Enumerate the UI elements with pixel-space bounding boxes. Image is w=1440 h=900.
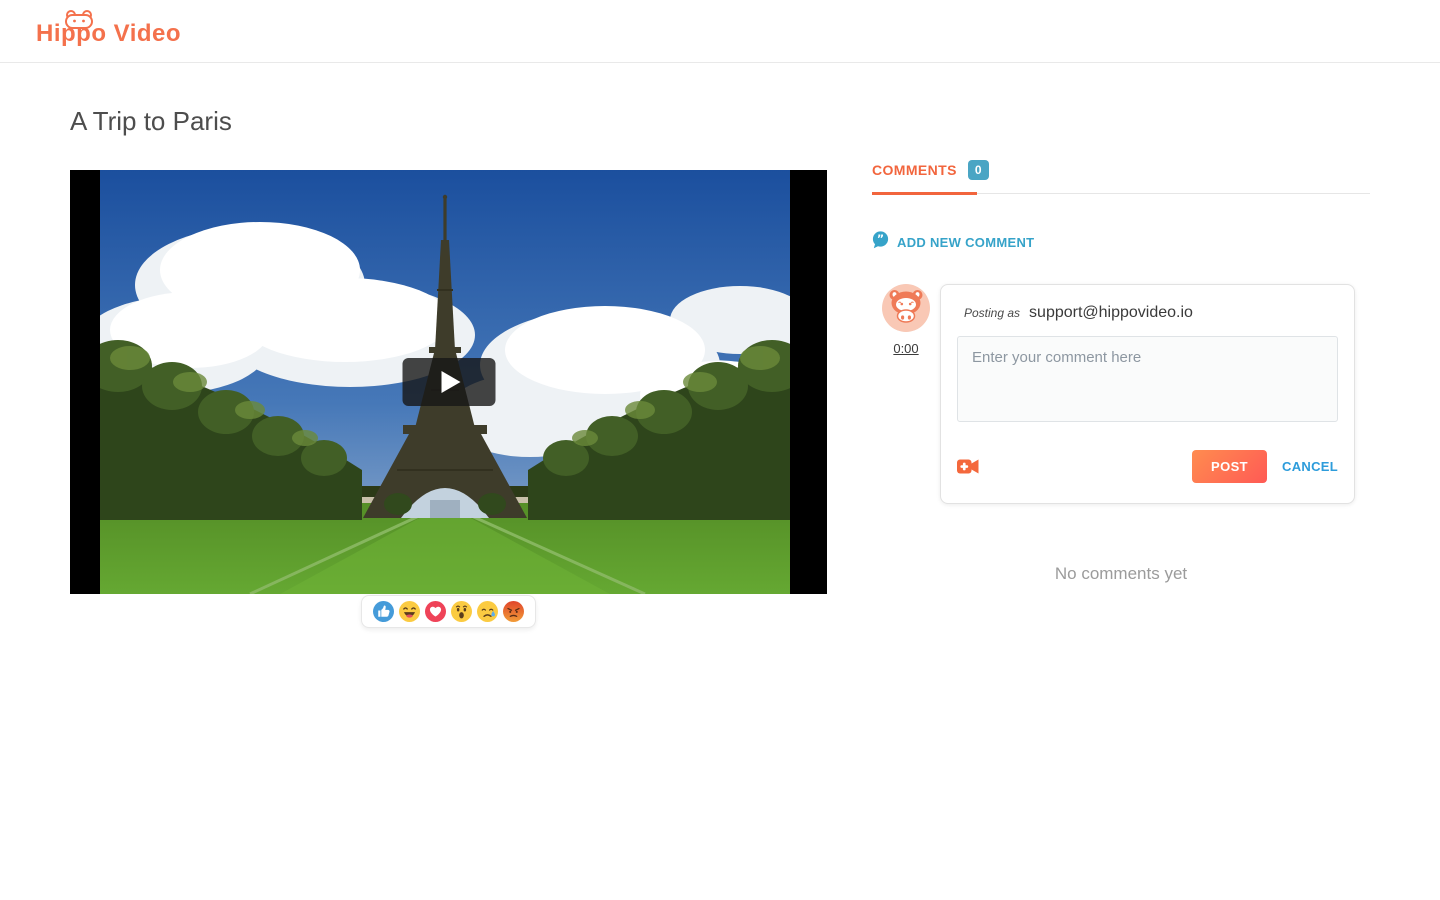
add-new-comment-label: ADD NEW COMMENT — [897, 235, 1034, 250]
svg-text:”: ” — [877, 233, 884, 246]
no-comments-text: No comments yet — [872, 564, 1370, 584]
reaction-wow-icon[interactable] — [451, 601, 472, 622]
card-footer: POST CANCEL — [957, 450, 1338, 483]
comments-panel: COMMENTS 0 ” ADD NEW COMMENT — [872, 160, 1370, 584]
comment-bubble-icon: ” — [872, 231, 889, 254]
video-player[interactable] — [70, 170, 827, 594]
reaction-haha-icon[interactable] — [399, 601, 420, 622]
add-new-comment-button[interactable]: ” ADD NEW COMMENT — [872, 231, 1034, 254]
hippo-video-logo[interactable]: Hippo Video — [36, 20, 181, 48]
comment-card: Posting as support@hippovideo.io — [940, 284, 1355, 504]
play-icon — [441, 371, 460, 393]
tab-comments[interactable]: COMMENTS — [872, 162, 957, 178]
tabs-row: COMMENTS 0 — [872, 160, 1370, 194]
video-camera-plus-icon — [957, 458, 979, 475]
reactions-wrap — [70, 595, 827, 628]
reaction-like-icon[interactable] — [373, 601, 394, 622]
page: Hippo Video A Trip to Paris — [0, 0, 1440, 900]
record-video-button[interactable] — [957, 458, 979, 475]
reaction-love-icon[interactable] — [425, 601, 446, 622]
timestamp-link[interactable]: 0:00 — [893, 341, 918, 356]
cancel-button[interactable]: CANCEL — [1282, 459, 1338, 474]
footer-actions: POST CANCEL — [1192, 450, 1338, 483]
app-header: Hippo Video — [0, 0, 1440, 63]
posting-as-email: support@hippovideo.io — [1029, 304, 1193, 322]
comment-form-row: 0:00 Posting as support@hippovideo.io — [872, 284, 1370, 504]
play-button[interactable] — [402, 358, 495, 406]
reaction-sad-icon[interactable] — [477, 601, 498, 622]
active-tab-underline — [872, 192, 977, 195]
comments-count-badge: 0 — [968, 160, 989, 180]
posting-as-row: Posting as support@hippovideo.io — [957, 304, 1338, 322]
hippo-head-icon — [63, 8, 95, 35]
reaction-angry-icon[interactable] — [503, 601, 524, 622]
reactions-bar — [361, 595, 536, 628]
avatar — [882, 284, 930, 332]
logo-text: Hippo Video — [36, 20, 181, 47]
post-button[interactable]: POST — [1192, 450, 1267, 483]
page-title: A Trip to Paris — [70, 106, 232, 137]
posting-as-label: Posting as — [964, 306, 1020, 320]
comment-input[interactable] — [957, 336, 1338, 422]
avatar-column: 0:00 — [872, 284, 940, 504]
